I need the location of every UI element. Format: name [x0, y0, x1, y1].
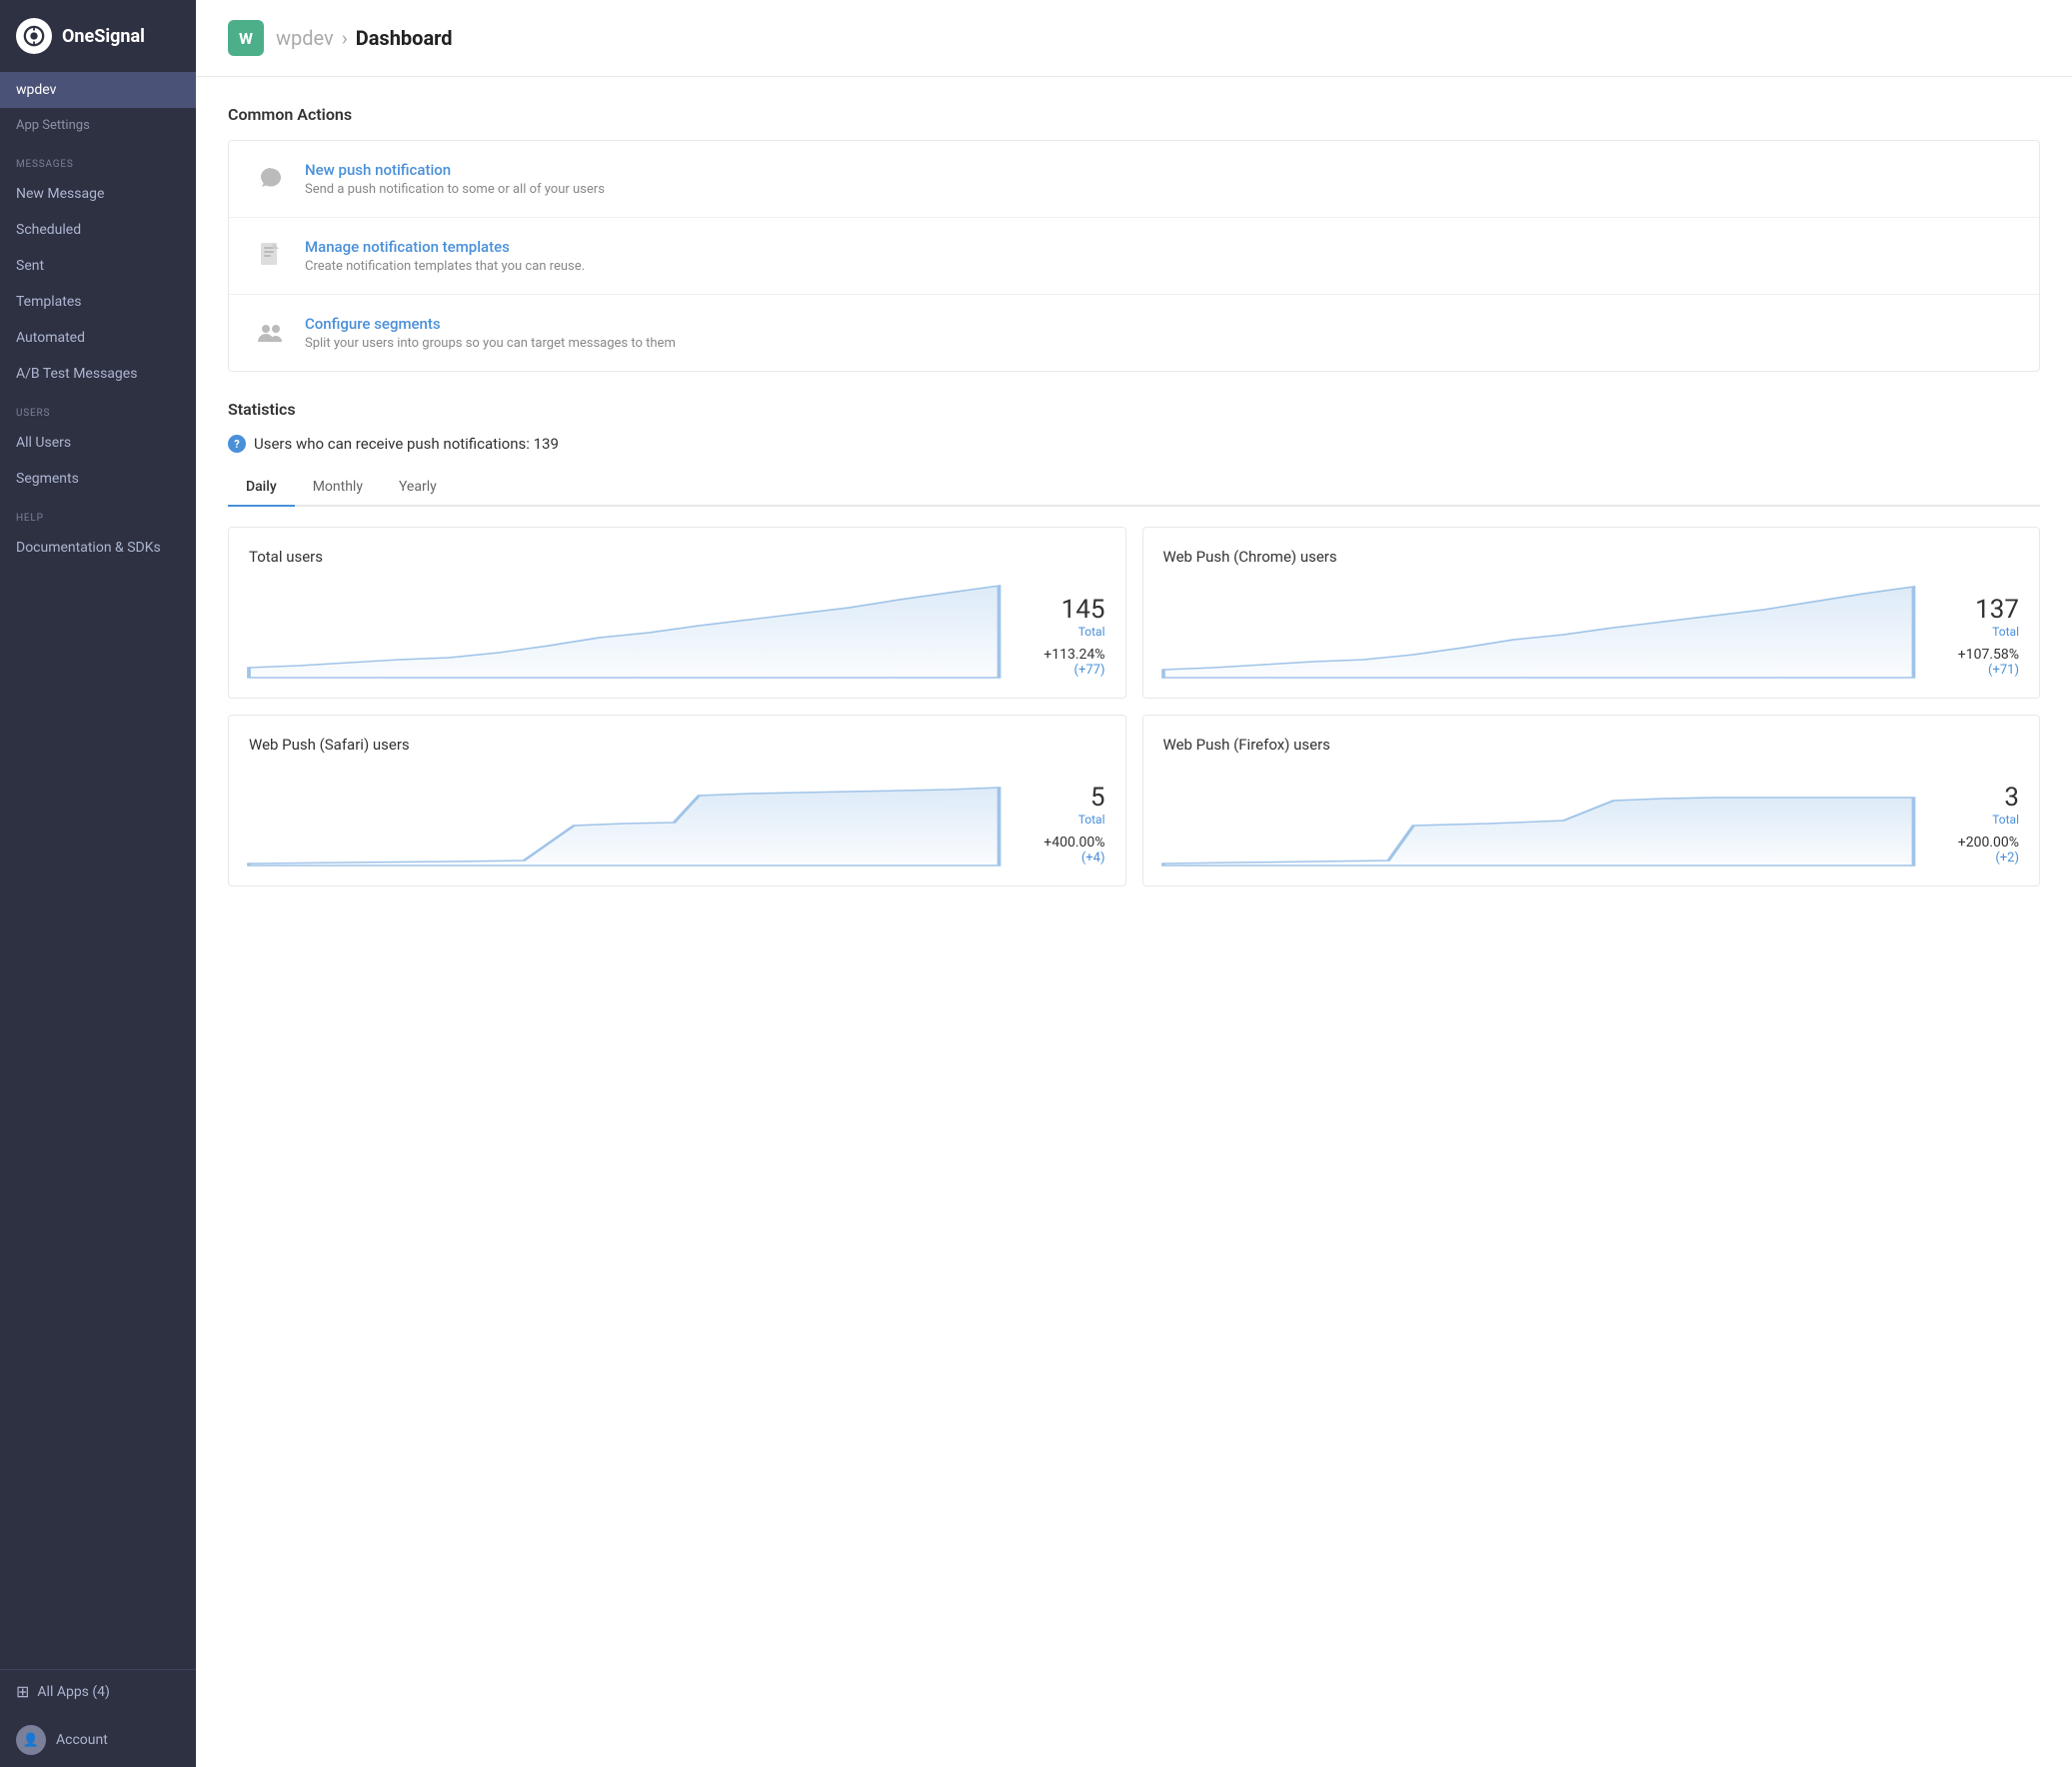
users-icon	[253, 315, 289, 351]
chart-chrome-users: Web Push (Chrome) users	[1142, 527, 2041, 699]
sidebar-item-scheduled[interactable]: Scheduled	[0, 212, 196, 248]
chart-safari-users-inner: 5 Total +400.00% (+4)	[249, 766, 1105, 866]
chart-total-users-svg	[249, 578, 1000, 678]
avatar: 👤	[16, 1725, 46, 1755]
chart-firefox-users-change-sub: (+2)	[1929, 851, 2019, 866]
chart-total-users-label: Total	[1016, 625, 1105, 639]
chart-total-users-title: Total users	[249, 548, 1105, 566]
chart-total-users: Total users	[228, 527, 1126, 699]
chart-total-users-value: 145	[1016, 596, 1105, 625]
common-actions-section: Common Actions New push notification Sen…	[228, 105, 2040, 372]
statistics-section: Statistics ? Users who can receive push …	[228, 400, 2040, 886]
action-new-push-content: New push notification Send a push notifi…	[305, 161, 2015, 197]
grid-icon: ⊞	[16, 1682, 29, 1701]
sidebar-logo: OneSignal	[0, 0, 196, 72]
action-manage-templates-content: Manage notification templates Create not…	[305, 238, 2015, 274]
app-badge: W	[228, 20, 264, 56]
breadcrumb: wpdev › Dashboard	[276, 26, 453, 50]
header: W wpdev › Dashboard	[196, 0, 2072, 77]
chart-chrome-users-svg	[1163, 578, 1914, 678]
sidebar-app-wpdev[interactable]: wpdev	[0, 72, 196, 108]
chart-chrome-users-title: Web Push (Chrome) users	[1163, 548, 2020, 566]
action-manage-templates-desc: Create notification templates that you c…	[305, 259, 2015, 274]
chart-safari-users-title: Web Push (Safari) users	[249, 736, 1105, 754]
chart-firefox-users-change: +200.00%	[1929, 835, 2019, 851]
chart-firefox-users-title: Web Push (Firefox) users	[1163, 736, 2020, 754]
action-configure-segments-title[interactable]: Configure segments	[305, 315, 2015, 333]
chart-total-users-stats: 145 Total +113.24% (+77)	[1016, 596, 1105, 678]
chat-bubble-icon	[253, 161, 289, 197]
chart-total-users-inner: 145 Total +113.24% (+77)	[249, 578, 1105, 678]
action-configure-segments[interactable]: Configure segments Split your users into…	[229, 295, 2039, 371]
tab-yearly[interactable]: Yearly	[381, 469, 455, 507]
statistics-title: Statistics	[228, 400, 2040, 419]
account-link[interactable]: 👤 Account	[0, 1713, 196, 1767]
stats-header: ? Users who can receive push notificatio…	[228, 435, 2040, 453]
action-new-push-desc: Send a push notification to some or all …	[305, 182, 2015, 197]
chart-chrome-users-label: Total	[1929, 625, 2019, 639]
sidebar-section-messages: MESSAGES	[0, 143, 196, 176]
action-new-push[interactable]: New push notification Send a push notifi…	[229, 141, 2039, 218]
logo-icon	[16, 18, 52, 54]
chart-firefox-users-inner: 3 Total +200.00% (+2)	[1163, 766, 2020, 866]
sidebar-section-users: USERS	[0, 392, 196, 425]
content-area: Common Actions New push notification Sen…	[196, 77, 2072, 914]
chart-safari-users: Web Push (Safari) users	[228, 715, 1126, 886]
chart-chrome-users-value: 137	[1929, 596, 2019, 625]
breadcrumb-app-name: wpdev	[276, 26, 334, 50]
chart-total-users-change-sub: (+77)	[1016, 663, 1105, 678]
charts-grid: Total users	[228, 527, 2040, 886]
action-configure-segments-content: Configure segments Split your users into…	[305, 315, 2015, 351]
sidebar-item-templates[interactable]: Templates	[0, 284, 196, 320]
sidebar-item-all-users[interactable]: All Users	[0, 425, 196, 461]
sidebar-item-sent[interactable]: Sent	[0, 248, 196, 284]
help-icon[interactable]: ?	[228, 435, 246, 453]
tab-daily[interactable]: Daily	[228, 469, 295, 507]
chart-total-users-change: +113.24%	[1016, 647, 1105, 663]
chart-safari-users-stats: 5 Total +400.00% (+4)	[1016, 784, 1105, 866]
chart-safari-users-value: 5	[1016, 784, 1105, 813]
breadcrumb-separator: ›	[342, 26, 348, 50]
chart-safari-users-svg	[249, 766, 1000, 866]
sidebar: OneSignal wpdev App Settings MESSAGES Ne…	[0, 0, 196, 1767]
sidebar-app-settings[interactable]: App Settings	[0, 108, 196, 143]
chart-firefox-users-stats: 3 Total +200.00% (+2)	[1929, 784, 2019, 866]
chart-firefox-users-label: Total	[1929, 813, 2019, 827]
sidebar-item-segments[interactable]: Segments	[0, 461, 196, 497]
sidebar-item-automated[interactable]: Automated	[0, 320, 196, 356]
chart-safari-users-change: +400.00%	[1016, 835, 1105, 851]
sidebar-section-help: HELP	[0, 497, 196, 530]
chart-safari-users-label: Total	[1016, 813, 1105, 827]
stats-tabs: Daily Monthly Yearly	[228, 469, 2040, 507]
sidebar-item-new-message[interactable]: New Message	[0, 176, 196, 212]
action-manage-templates[interactable]: Manage notification templates Create not…	[229, 218, 2039, 295]
breadcrumb-page-title: Dashboard	[356, 26, 453, 50]
stats-users-count: Users who can receive push notifications…	[254, 435, 559, 453]
all-apps-link[interactable]: ⊞ All Apps (4)	[0, 1670, 196, 1713]
chart-chrome-users-stats: 137 Total +107.58% (+71)	[1929, 596, 2019, 678]
document-icon	[253, 238, 289, 274]
action-new-push-title[interactable]: New push notification	[305, 161, 2015, 179]
chart-chrome-users-change: +107.58%	[1929, 647, 2019, 663]
sidebar-item-ab-test[interactable]: A/B Test Messages	[0, 356, 196, 392]
chart-firefox-users-svg	[1163, 766, 1914, 866]
chart-chrome-users-change-sub: (+71)	[1929, 663, 2019, 678]
chart-safari-users-change-sub: (+4)	[1016, 851, 1105, 866]
chart-firefox-users-value: 3	[1929, 784, 2019, 813]
sidebar-item-docs[interactable]: Documentation & SDKs	[0, 530, 196, 566]
sidebar-bottom: ⊞ All Apps (4) 👤 Account	[0, 1669, 196, 1767]
action-configure-segments-desc: Split your users into groups so you can …	[305, 336, 2015, 351]
logo-text: OneSignal	[62, 26, 145, 47]
main-content: W wpdev › Dashboard Common Actions New p…	[196, 0, 2072, 1767]
common-actions-title: Common Actions	[228, 105, 2040, 124]
chart-chrome-users-inner: 137 Total +107.58% (+71)	[1163, 578, 2020, 678]
chart-firefox-users: Web Push (Firefox) users	[1142, 715, 2041, 886]
common-actions-list: New push notification Send a push notifi…	[228, 140, 2040, 372]
tab-monthly[interactable]: Monthly	[295, 469, 381, 507]
action-manage-templates-title[interactable]: Manage notification templates	[305, 238, 2015, 256]
